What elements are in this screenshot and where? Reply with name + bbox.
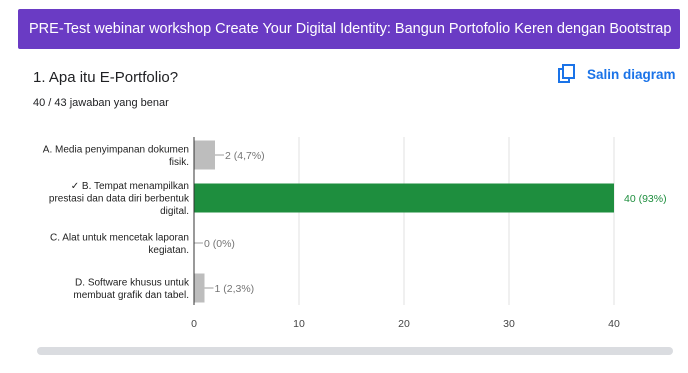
x-tick-label: 40 [608, 318, 620, 330]
data-label: 1 (2,3%) [215, 283, 255, 295]
category-label: C. Alat untuk mencetak laporan [50, 232, 189, 243]
category-label: ✓ B. Tempat menampilkan [71, 181, 189, 192]
category-label: fisik. [169, 157, 189, 168]
category-label: digital. [160, 206, 189, 217]
bar [194, 183, 614, 213]
x-tick-label: 10 [293, 318, 305, 330]
data-label: 40 (93%) [624, 193, 667, 205]
bar [194, 273, 205, 303]
bar-chart: 0 10 20 30 40 2 (4,7%) A. Media penyimpanan do… [43, 137, 667, 330]
horizontal-scrollbar[interactable] [37, 347, 673, 355]
category-label: A. Media penyimpanan dokumen [43, 144, 189, 155]
data-label: 0 (0%) [204, 238, 235, 250]
x-tick-label: 0 [191, 318, 197, 330]
category-label: kegiatan. [148, 245, 189, 256]
category-label: D. Software khusus untuk [75, 277, 190, 288]
bar [194, 140, 215, 170]
x-tick-label: 30 [503, 318, 515, 330]
category-label: prestasi dan data diri berbentuk [49, 194, 190, 205]
category-label: membuat grafik dan tabel. [73, 290, 189, 301]
data-label: 2 (4,7%) [225, 150, 265, 162]
x-tick-label: 20 [398, 318, 410, 330]
